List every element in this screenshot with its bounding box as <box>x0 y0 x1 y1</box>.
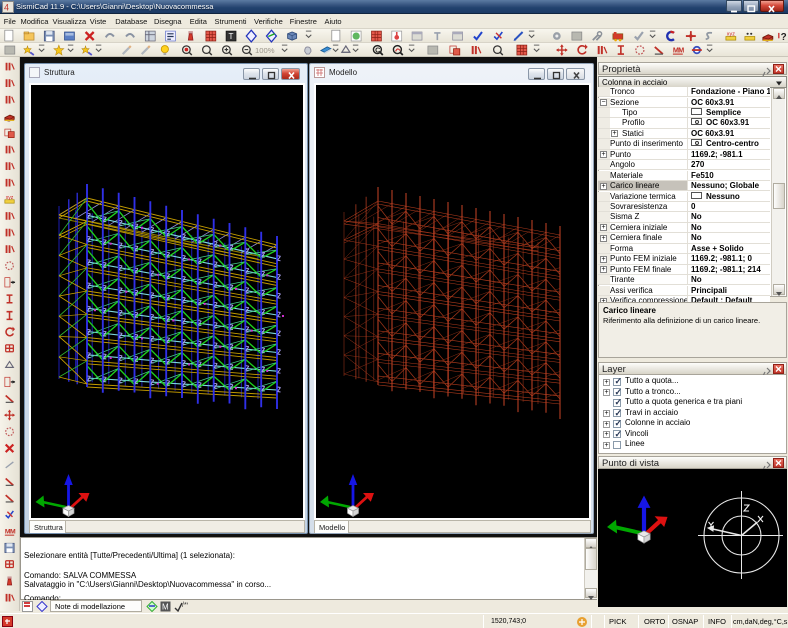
svg-text:M: M <box>678 45 684 54</box>
svg-text:/**: /** <box>182 602 188 609</box>
svg-text:xyz: xyz <box>727 32 735 38</box>
svg-text:T: T <box>229 32 234 41</box>
svg-text:M: M <box>10 528 16 535</box>
svg-text:4: 4 <box>4 3 9 13</box>
svg-text:M: M <box>162 603 169 612</box>
svg-text:xyz: xyz <box>6 195 14 201</box>
svg-text:?: ? <box>781 32 787 43</box>
svg-text:100%: 100% <box>255 46 275 55</box>
svg-text:C: C <box>375 45 380 54</box>
